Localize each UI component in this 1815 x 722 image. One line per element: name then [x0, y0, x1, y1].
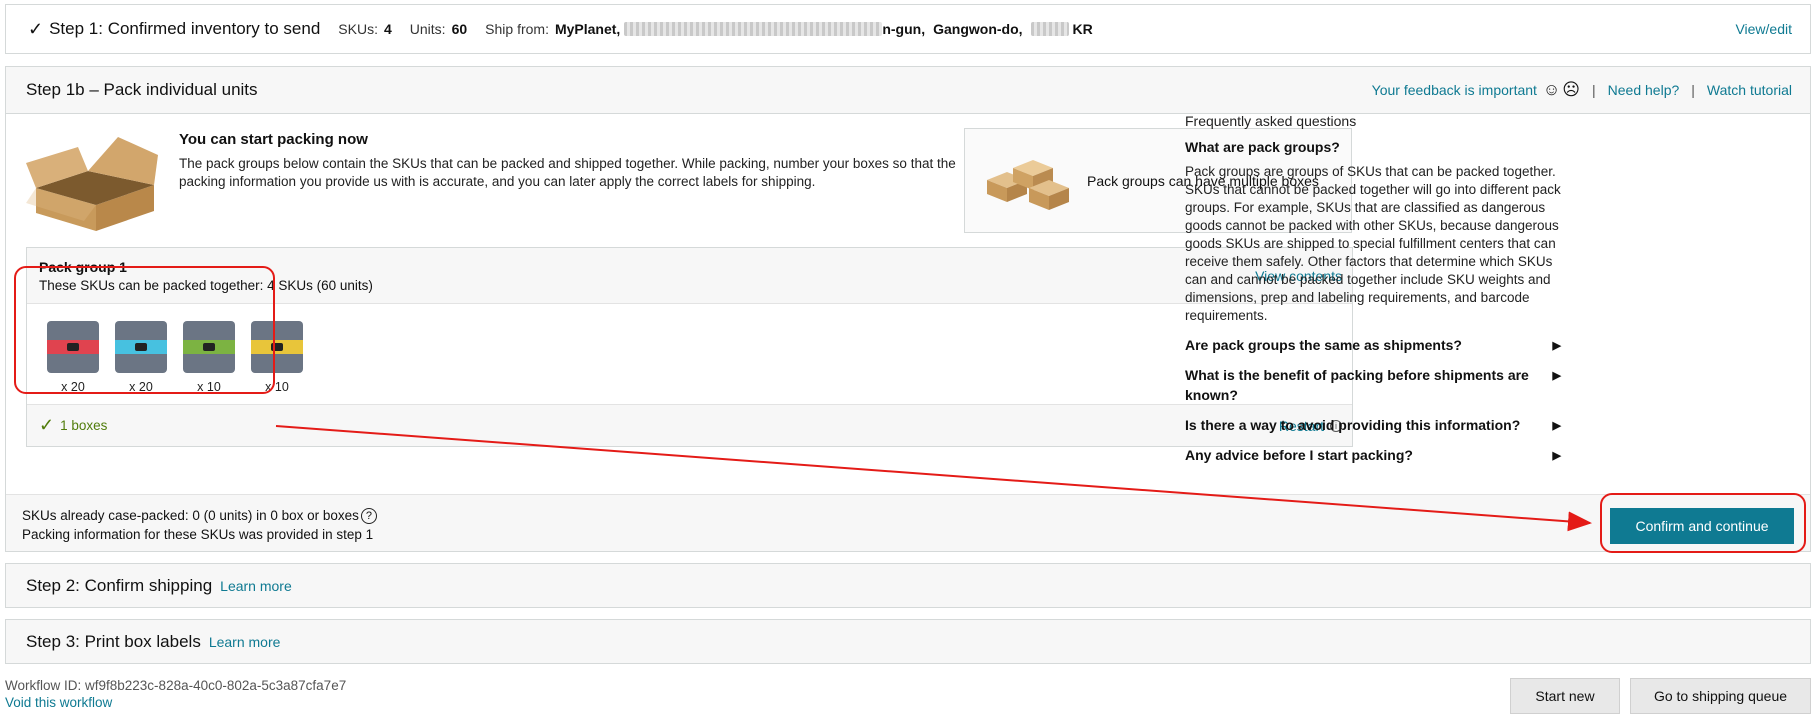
redacted-postal	[1030, 22, 1069, 36]
faq-question-text: Are pack groups the same as shipments?	[1185, 337, 1462, 353]
sku-quantity: x 10	[265, 380, 289, 394]
stacked-boxes-icon	[987, 159, 1069, 210]
faq-question-text: What is the benefit of packing before sh…	[1185, 367, 1529, 403]
step3-section: Step 3: Print box labels Learn more	[5, 619, 1811, 664]
units-value: 60	[451, 21, 468, 37]
expand-arrow-icon: ▶	[1552, 340, 1561, 352]
faq-question-text: Is there a way to avoid providing this i…	[1185, 417, 1521, 433]
learn-more-link[interactable]: Learn more	[220, 578, 292, 594]
pack-group-card: Pack group 1 These SKUs can be packed to…	[26, 247, 1353, 447]
sku-quantity: x 20	[61, 380, 85, 394]
pack-group-header: Pack group 1 These SKUs can be packed to…	[27, 248, 1352, 304]
watch-tutorial-link[interactable]: Watch tutorial	[1707, 82, 1792, 98]
faq-question-text: Any advice before I start packing?	[1185, 447, 1413, 463]
sad-face-icon[interactable]: ☹	[1562, 80, 1580, 100]
help-icon[interactable]: ?	[360, 508, 377, 525]
start-new-button[interactable]: Start new	[1510, 678, 1620, 714]
happy-face-icon[interactable]: ☺	[1543, 80, 1560, 100]
checkmark-icon: ✓	[28, 18, 44, 39]
ship-from-name: MyPlanet,	[554, 21, 621, 37]
case-packed-line2: Packing information for these SKUs was p…	[22, 527, 374, 542]
confirm-continue-button[interactable]: Confirm and continue	[1610, 508, 1794, 544]
step1b-title: Step 1b – Pack individual units	[26, 80, 258, 99]
view-edit-link[interactable]: View/edit	[1735, 21, 1792, 37]
expand-arrow-icon: ▶	[1552, 450, 1561, 462]
sku-quantity: x 10	[197, 380, 221, 394]
units-label: Units:	[409, 21, 446, 37]
learn-more-link[interactable]: Learn more	[209, 634, 281, 650]
faq-panel: Frequently asked questions What are pack…	[1185, 113, 1565, 465]
divider: |	[1592, 82, 1596, 98]
product-thumbnail	[115, 321, 167, 373]
sku-item[interactable]: x 10	[251, 321, 303, 394]
faq-question[interactable]: Is there a way to avoid providing this i…	[1185, 415, 1565, 435]
faq-heading: Frequently asked questions	[1185, 113, 1357, 129]
divider: |	[1691, 82, 1695, 98]
shipping-queue-button[interactable]: Go to shipping queue	[1630, 678, 1811, 714]
faq-question-open[interactable]: What are pack groups?	[1185, 139, 1565, 155]
faq-question[interactable]: Are pack groups the same as shipments? ▶	[1185, 335, 1565, 355]
feedback-link[interactable]: Your feedback is important	[1372, 82, 1537, 98]
pack-group-subtitle: These SKUs can be packed together: 4 SKU…	[39, 278, 373, 293]
pack-group-title: Pack group 1	[39, 259, 127, 275]
sku-list: x 20 x 20 x 10 x 10	[47, 321, 303, 394]
step1-title: Step 1: Confirmed inventory to send	[49, 19, 321, 38]
step2-section: Step 2: Confirm shipping Learn more	[5, 563, 1811, 608]
ship-from-country: KR	[1072, 21, 1093, 37]
product-thumbnail	[251, 321, 303, 373]
step1-section: ✓ Step 1: Confirmed inventory to send SK…	[5, 4, 1811, 54]
case-packed-strip: SKUs already case-packed: 0 (0 units) in…	[6, 494, 1810, 551]
faq-question[interactable]: What is the benefit of packing before sh…	[1185, 365, 1565, 405]
pack-group-footer: ✓ 1 boxes Restart i	[27, 404, 1352, 446]
step3-title: Step 3: Print box labels	[26, 631, 201, 651]
void-workflow-link[interactable]: Void this workflow	[5, 695, 112, 710]
faq-question[interactable]: Any advice before I start packing? ▶	[1185, 445, 1565, 465]
intro-heading: You can start packing now	[179, 131, 368, 148]
step1b-header: Step 1b – Pack individual units Your fee…	[6, 67, 1810, 114]
ship-from-label: Ship from:	[485, 21, 549, 37]
need-help-link[interactable]: Need help?	[1608, 82, 1680, 98]
case-packed-info: SKUs already case-packed: 0 (0 units) in…	[22, 506, 377, 544]
expand-arrow-icon: ▶	[1552, 420, 1561, 432]
checkmark-icon: ✓	[39, 415, 55, 435]
workflow-id: Workflow ID: wf9f8b223c-828a-40c0-802a-5…	[5, 678, 347, 693]
intro-text: The pack groups below contain the SKUs t…	[179, 156, 956, 189]
header-links: Your feedback is important ☺ ☹ | Need he…	[1372, 80, 1792, 100]
redacted-address	[624, 22, 883, 36]
workflow-info: Workflow ID: wf9f8b223c-828a-40c0-802a-5…	[5, 677, 346, 711]
boxes-count: 1 boxes	[60, 418, 108, 433]
ship-from-region: Gangwon-do,	[933, 21, 1023, 37]
open-box-icon	[26, 137, 158, 231]
ship-from-address-suffix: n-gun,	[882, 21, 926, 37]
sku-item[interactable]: x 10	[183, 321, 235, 394]
product-thumbnail	[47, 321, 99, 373]
packing-intro: You can start packing now The pack group…	[26, 129, 961, 234]
sku-item[interactable]: x 20	[115, 321, 167, 394]
faq-answer: Pack groups are groups of SKUs that can …	[1185, 164, 1561, 323]
skus-label: SKUs:	[338, 21, 378, 37]
sku-quantity: x 20	[129, 380, 153, 394]
case-packed-line1: SKUs already case-packed: 0 (0 units) in…	[22, 508, 359, 523]
step2-title: Step 2: Confirm shipping	[26, 575, 213, 595]
skus-value: 4	[383, 21, 392, 37]
product-thumbnail	[183, 321, 235, 373]
sku-item[interactable]: x 20	[47, 321, 99, 394]
expand-arrow-icon: ▶	[1552, 370, 1561, 382]
step1b-section: Step 1b – Pack individual units Your fee…	[5, 66, 1811, 552]
